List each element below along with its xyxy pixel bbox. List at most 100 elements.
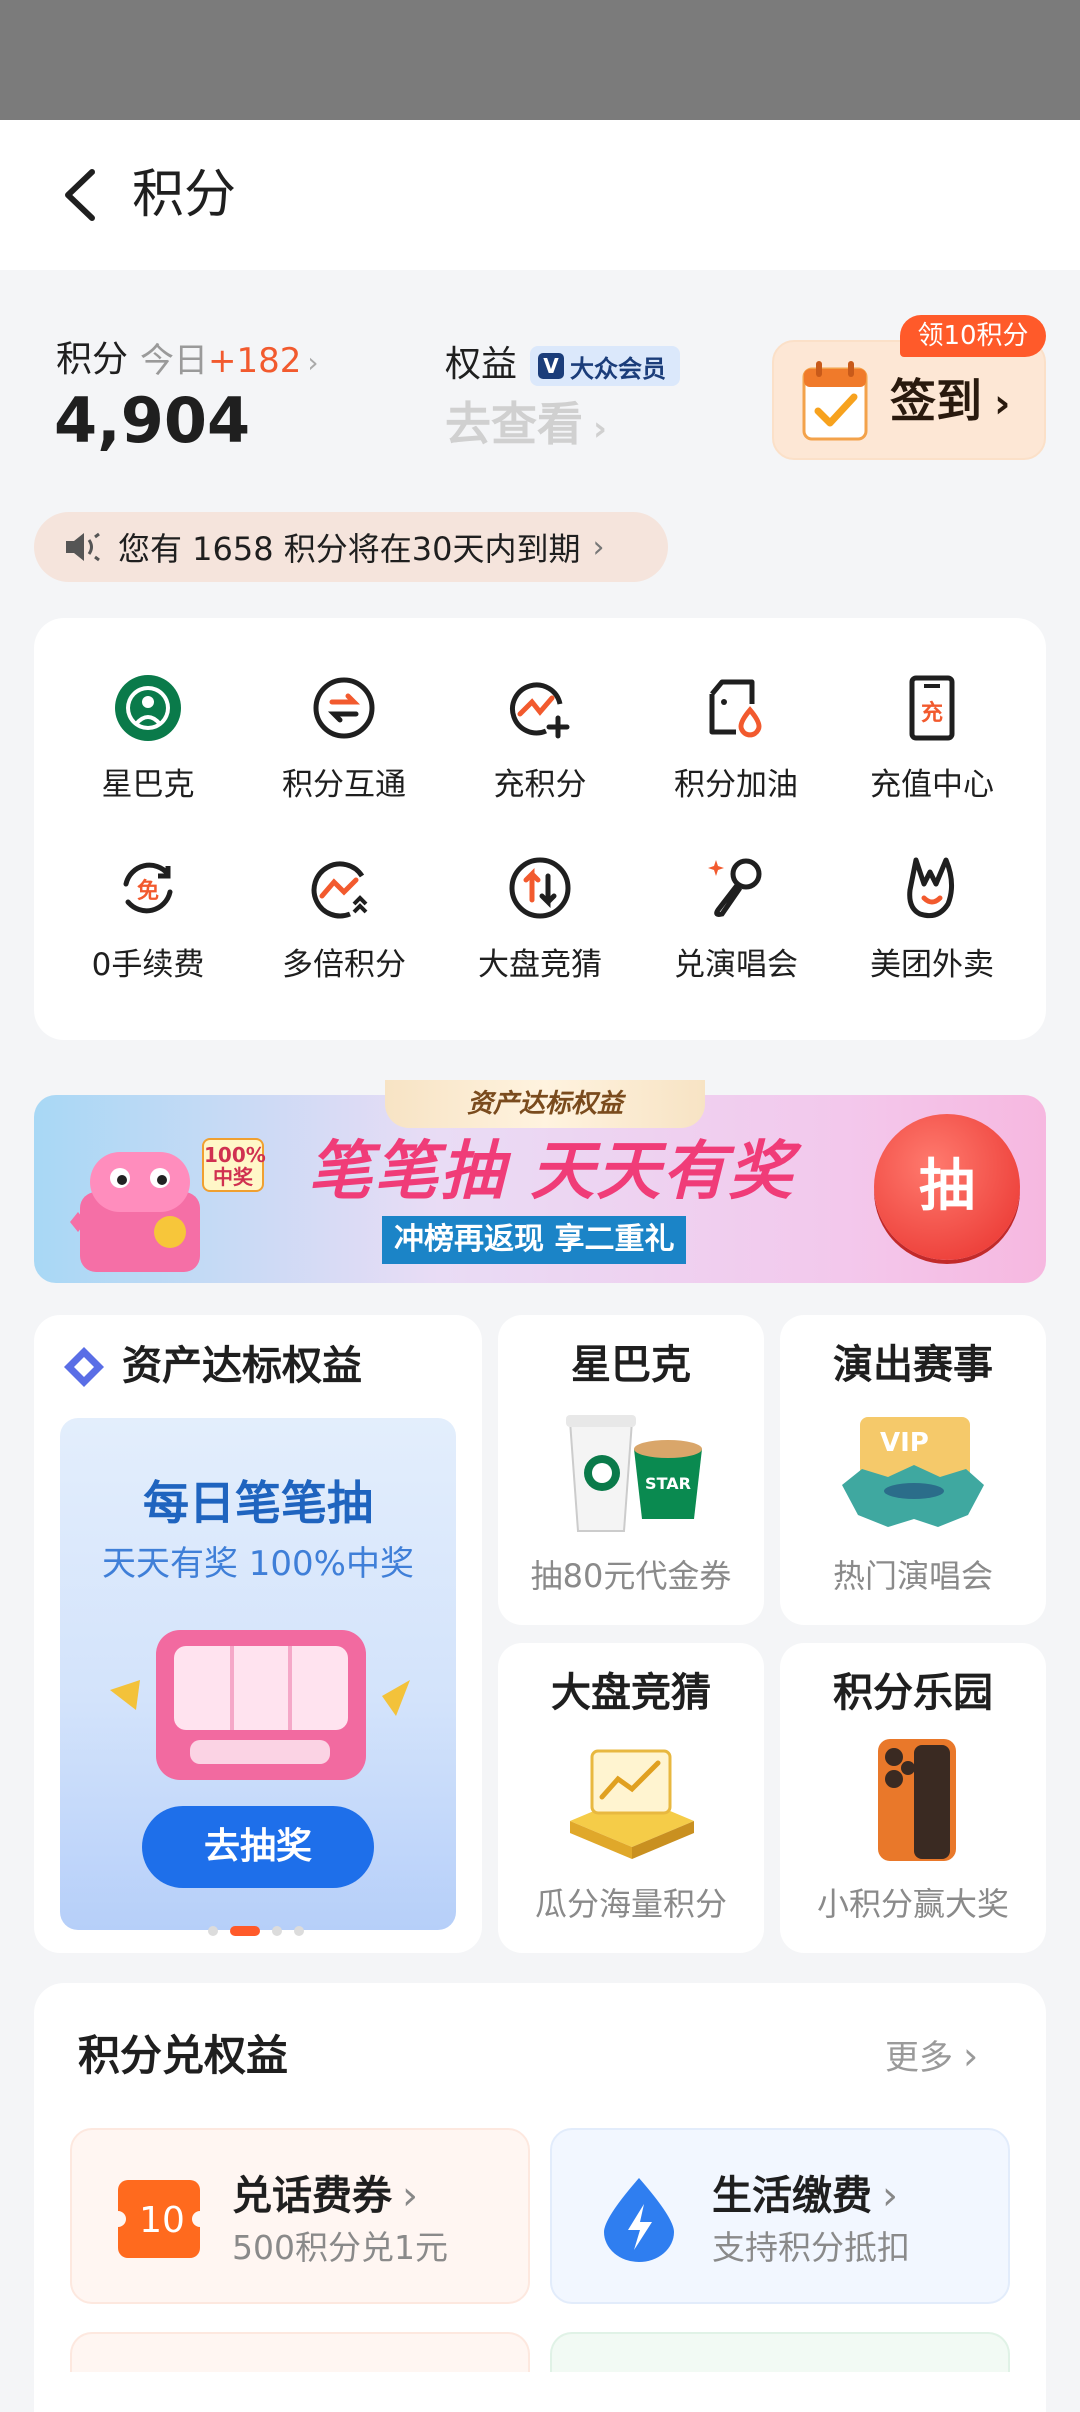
- exchange-item-partial[interactable]: [550, 2332, 1010, 2372]
- exchange-item-title: 兑话费券 ›: [232, 2168, 418, 2224]
- banner-draw-button[interactable]: 抽: [874, 1114, 1020, 1260]
- free-fee-icon: 免: [123, 862, 173, 914]
- vip-ticket-icon: VIP: [842, 1417, 984, 1527]
- tile-subtitle: 抽80元代金券: [530, 1557, 732, 1595]
- checkin-text: 签到: [890, 374, 982, 428]
- tile-title: 积分乐园: [833, 1670, 993, 1716]
- chevron-right-icon: ›: [963, 2034, 979, 2078]
- daily-draw-subtitle: 天天有奖 100%中奖: [101, 1544, 414, 1584]
- grid-label: 多倍积分: [282, 947, 406, 983]
- grid-label: 积分互通: [282, 767, 406, 803]
- multi-points-icon: [311, 861, 368, 919]
- svg-text:VIP: VIP: [880, 1428, 929, 1458]
- chevron-right-icon: ›: [402, 2173, 418, 2219]
- exchange-item-subtitle: 支持积分抵扣: [712, 2228, 910, 2267]
- asset-rights-title: 资产达标权益: [122, 1343, 362, 1389]
- grid-item-meituan[interactable]: 美团外卖: [834, 854, 1030, 994]
- checkin-label: 签到 ›: [890, 370, 1010, 435]
- exchange-item-partial[interactable]: [70, 2332, 530, 2372]
- add-points-icon: [510, 682, 570, 739]
- coffee-cups-icon: STAR: [566, 1415, 702, 1532]
- grid-label: 0手续费: [91, 947, 205, 983]
- today-delta: +182: [208, 341, 302, 381]
- exchange-icon: [313, 677, 375, 739]
- daily-draw-title: 每日笔笔抽: [143, 1476, 373, 1530]
- points-balance[interactable]: 4,904: [54, 382, 250, 460]
- exchange-phone-voucher[interactable]: 10 兑话费券 › 500积分兑1元: [70, 2128, 530, 2304]
- carousel-dot: [294, 1926, 304, 1936]
- today-points[interactable]: 今日+182 ›: [140, 337, 319, 387]
- banner-tag: 资产达标权益: [385, 1080, 705, 1128]
- tile-title: 星巴克: [571, 1342, 691, 1388]
- tile-subtitle: 小积分赢大奖: [816, 1885, 1009, 1923]
- grid-item-concert[interactable]: 兑演唱会: [638, 854, 834, 994]
- exchange-life-payment[interactable]: 生活缴费 › 支持积分抵扣: [550, 2128, 1010, 2304]
- back-arrow-icon[interactable]: [52, 162, 112, 228]
- grid-item-add-points[interactable]: 充积分: [442, 674, 638, 814]
- tile-title: 大盘竞猜: [551, 1670, 711, 1716]
- go-draw-button[interactable]: 去抽奖: [142, 1806, 374, 1888]
- grid-item-market-guess[interactable]: 大盘竞猜: [442, 854, 638, 994]
- meituan-icon: [907, 857, 954, 919]
- grid-label: 充值中心: [870, 767, 994, 803]
- chevron-right-icon: ›: [307, 346, 319, 379]
- banner-subtitle: 冲榜再返现 享二重礼: [382, 1216, 687, 1264]
- chevron-right-icon: ›: [592, 529, 605, 565]
- expire-notice-text: 您有 1658 积分将在30天内到期: [118, 530, 581, 568]
- tile-title: 演出赛事: [833, 1342, 993, 1388]
- grid-item-starbucks[interactable]: 星巴克: [50, 674, 246, 814]
- grid-item-points-exchange[interactable]: 积分互通: [246, 674, 442, 814]
- page-title: 积分: [132, 165, 237, 225]
- mascot-gift-icon: [70, 1152, 200, 1272]
- recharge-icon: 充: [909, 675, 955, 741]
- rights-view-link[interactable]: 去查看 ›: [445, 392, 607, 461]
- phone-voucher-icon: 10: [114, 2180, 204, 2258]
- grid-label: 星巴克: [101, 767, 195, 803]
- today-label: 今日: [140, 341, 208, 381]
- carousel-indicator: [200, 1926, 320, 1938]
- quick-entry-grid: 星巴克 积分互通 充积分 积分加油 充 充值中心 免 0手续费 多倍积分 大盘竞…: [34, 618, 1046, 1040]
- expire-notice[interactable]: 您有 1658 积分将在30天内到期 ›: [34, 512, 668, 582]
- concert-icon: [708, 858, 762, 917]
- grid-item-fuel[interactable]: 积分加油: [638, 674, 834, 814]
- rights-label: 权益: [445, 344, 518, 385]
- svg-text:充: 充: [921, 700, 943, 726]
- status-bar: [0, 0, 1080, 120]
- points-label: 积分: [56, 339, 129, 380]
- chevron-right-icon: ›: [882, 2173, 898, 2219]
- rights-view-label: 去查看: [445, 397, 583, 451]
- exchange-more-link[interactable]: 更多 ›: [885, 2030, 978, 2084]
- hundred-percent-badge: 100%中奖: [202, 1138, 266, 1192]
- tile-subtitle: 瓜分海量积分: [534, 1885, 727, 1923]
- slot-machine-icon: [110, 1630, 410, 1780]
- exchange-item-subtitle: 500积分兑1元: [232, 2228, 448, 2267]
- grid-item-multi-points[interactable]: 多倍积分: [246, 854, 442, 994]
- exchange-item-title: 生活缴费 ›: [712, 2168, 898, 2224]
- nav-bar: 积分: [0, 120, 1080, 270]
- tile-points-park[interactable]: 积分乐园 小积分赢大奖: [780, 1643, 1046, 1953]
- voucher-amount: 10: [139, 2200, 185, 2241]
- grid-item-recharge[interactable]: 充 充值中心: [834, 674, 1030, 814]
- more-label: 更多: [885, 2038, 953, 2078]
- carousel-dot-active: [230, 1926, 260, 1936]
- banner-title: 笔笔抽 天天有奖: [308, 1135, 795, 1209]
- tile-shows[interactable]: 演出赛事 VIP 热门演唱会: [780, 1315, 1046, 1625]
- tile-market-guess[interactable]: 大盘竞猜 瓜分海量积分: [498, 1643, 764, 1953]
- carousel-dot: [272, 1926, 282, 1936]
- exchange-title: 积分兑权益: [78, 2031, 289, 2080]
- svg-text:免: 免: [137, 878, 159, 904]
- grid-item-free-fee[interactable]: 免 0手续费: [50, 854, 246, 994]
- member-v-icon: V: [538, 353, 564, 379]
- grid-label: 兑演唱会: [674, 947, 798, 983]
- tile-starbucks[interactable]: 星巴克 STAR 抽80元代金券: [498, 1315, 764, 1625]
- grid-label: 大盘竞猜: [478, 947, 602, 983]
- member-badge-label: 大众会员: [570, 354, 666, 383]
- carousel-dot: [208, 1926, 218, 1936]
- grid-label: 充积分: [493, 767, 587, 803]
- exchange-item-title-text: 生活缴费: [712, 2173, 872, 2219]
- gold-chart-icon: [570, 1749, 694, 1859]
- exchange-item-title-text: 兑话费券: [232, 2173, 392, 2219]
- lightning-drop-icon: [604, 2178, 674, 2262]
- checkin-reward-tag: 领10积分: [900, 315, 1046, 357]
- calendar-check-icon: [802, 361, 868, 441]
